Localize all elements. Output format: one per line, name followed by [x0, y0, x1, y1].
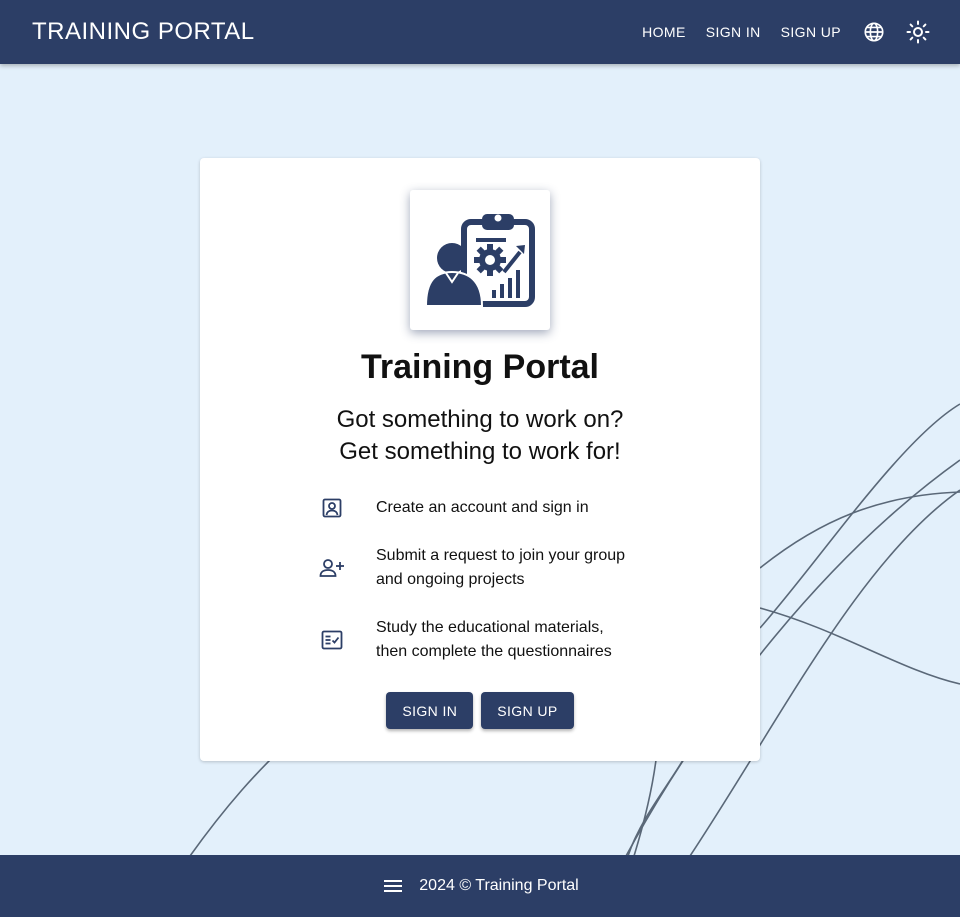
sun-icon	[906, 20, 930, 44]
training-clipboard-icon	[424, 214, 535, 307]
card-title: Training Portal	[360, 348, 600, 386]
language-button[interactable]	[856, 14, 892, 50]
step-text: Submit a request to join your group and …	[376, 544, 625, 592]
app-bar: TRAINING PORTAL HOME SIGN IN SIGN UP	[0, 0, 960, 64]
nav-sign-in-button[interactable]: SIGN IN	[699, 18, 768, 46]
menu-icon[interactable]	[381, 874, 405, 898]
slogan: Got something to work on? Get something …	[200, 404, 760, 468]
sign-up-button[interactable]: SIGN UP	[481, 692, 574, 729]
step-line: Submit a request to join your group	[376, 547, 626, 564]
globe-icon	[864, 22, 884, 42]
steps-list: Create an account and sign in Submit a r…	[318, 496, 648, 664]
theme-toggle-button[interactable]	[900, 14, 936, 50]
portal-logo	[410, 190, 550, 330]
step-line: then complete the questionnaires	[376, 643, 612, 660]
step-line: and ongoing projects	[376, 571, 525, 588]
sign-in-button[interactable]: SIGN IN	[386, 692, 474, 729]
fact-check-icon	[318, 628, 346, 652]
step-line: Study the educational materials,	[376, 619, 604, 636]
step-text: Study the educational materials, then co…	[376, 616, 612, 664]
step-create-account: Create an account and sign in	[318, 496, 648, 520]
person-add-icon	[318, 556, 346, 580]
slogan-line-1: Got something to work on?	[336, 406, 624, 433]
welcome-card: Training Portal Got something to work on…	[200, 158, 760, 761]
step-join-group: Submit a request to join your group and …	[318, 544, 648, 592]
slogan-line-2: Get something to work for!	[339, 438, 621, 465]
footer-copyright: 2024 © Training Portal	[419, 877, 579, 894]
account-box-icon	[318, 496, 346, 520]
step-study-materials: Study the educational materials, then co…	[318, 616, 648, 664]
card-actions: SIGN IN SIGN UP	[200, 692, 760, 729]
nav-sign-up-button[interactable]: SIGN UP	[774, 18, 848, 46]
step-text: Create an account and sign in	[376, 496, 589, 520]
footer: 2024 © Training Portal	[0, 855, 960, 917]
nav-home-button[interactable]: HOME	[635, 18, 693, 46]
brand-title[interactable]: TRAINING PORTAL	[32, 18, 629, 46]
step-line: Create an account and sign in	[376, 499, 589, 516]
